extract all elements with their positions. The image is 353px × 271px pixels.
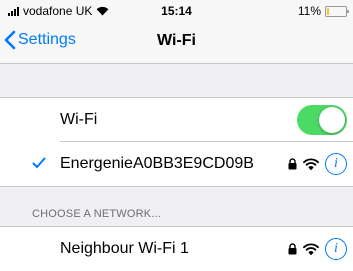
navigation-bar: Settings Wi-Fi (0, 20, 353, 64)
battery-percentage: 11% (297, 4, 321, 18)
network-accessories: i (288, 238, 347, 260)
battery-icon (325, 5, 349, 17)
lock-icon (288, 158, 297, 170)
wifi-settings-group: Wi-Fi EnergenieA0BB3E9CD09B i (0, 97, 353, 187)
lock-icon (288, 243, 297, 255)
network-row[interactable]: Neighbour Wi-Fi 1 i (0, 227, 353, 271)
network-accessories: i (288, 153, 347, 175)
wifi-toggle-row: Wi-Fi (0, 98, 353, 142)
status-bar: vodafone UK 15:14 11% (0, 0, 353, 20)
wifi-toggle[interactable] (297, 105, 347, 135)
section-header: CHOOSE A NETWORK... (32, 208, 162, 220)
info-icon[interactable]: i (325, 153, 347, 175)
checkmark-icon (32, 157, 46, 168)
connected-network-row[interactable]: EnergenieA0BB3E9CD09B i (0, 142, 353, 186)
toggle-knob (319, 107, 345, 133)
page-title: Wi-Fi (157, 32, 196, 49)
info-icon[interactable]: i (325, 238, 347, 260)
battery-status: 11% (297, 4, 349, 18)
network-name: Neighbour Wi-Fi 1 (60, 240, 189, 257)
available-networks-group: Neighbour Wi-Fi 1 i (0, 226, 353, 271)
connected-network-name: EnergenieA0BB3E9CD09B (60, 155, 254, 172)
wifi-signal-icon (303, 158, 319, 170)
wifi-label: Wi-Fi (60, 111, 98, 128)
wifi-signal-icon (303, 243, 319, 255)
